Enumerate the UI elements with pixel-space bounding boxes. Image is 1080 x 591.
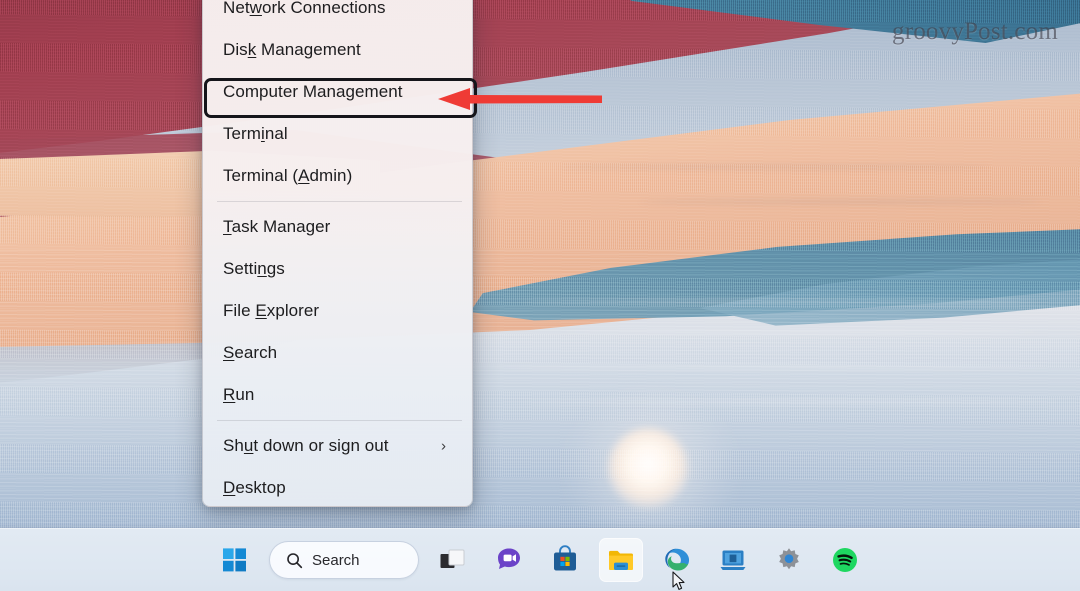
menu-item-label: Shut down or sign out — [223, 436, 389, 455]
task-view-button[interactable] — [431, 538, 475, 582]
file-explorer-button[interactable] — [599, 538, 643, 582]
menu-separator — [217, 420, 462, 421]
menu-item-file-explorer[interactable]: File Explorer — [203, 290, 472, 332]
search-icon — [287, 552, 303, 568]
taskbar[interactable]: Search — [0, 528, 1080, 591]
start-button[interactable] — [213, 538, 257, 582]
menu-item-terminal[interactable]: Terminal — [203, 113, 472, 155]
menu-item-terminal-admin[interactable]: Terminal (Admin) — [203, 155, 472, 197]
menu-item-desktop[interactable]: Desktop — [203, 467, 472, 506]
menu-separator — [217, 201, 462, 202]
spotify-button[interactable] — [823, 538, 867, 582]
menu-list: Network Connections Disk Management Comput… — [203, 0, 472, 506]
taskbar-buttons: Search — [213, 538, 867, 582]
menu-item-run[interactable]: Run — [203, 374, 472, 416]
chat-video-icon — [498, 548, 520, 569]
win-x-power-user-menu[interactable]: Network Connections Disk Management Comput… — [202, 0, 473, 507]
chat-button[interactable] — [487, 538, 531, 582]
gear-icon — [779, 548, 799, 570]
remote-desktop-icon — [720, 550, 746, 570]
chevron-right-icon: › — [441, 437, 446, 455]
menu-item-shut-down-or-sign-out[interactable]: Shut down or sign out › — [203, 425, 472, 467]
menu-item-label: Settings — [223, 259, 285, 278]
menu-item-label: Terminal — [223, 124, 288, 143]
settings-button[interactable] — [767, 538, 811, 582]
menu-item-search[interactable]: Search — [203, 332, 472, 374]
menu-item-label: Run — [223, 385, 255, 404]
task-view-icon — [440, 549, 465, 568]
menu-item-settings[interactable]: Settings — [203, 248, 472, 290]
microsoft-store-button[interactable] — [543, 538, 587, 582]
spotify-icon — [833, 548, 857, 572]
menu-item-label: Disk Management — [223, 40, 361, 59]
menu-item-label: Computer Management — [223, 82, 403, 101]
store-bag-icon — [554, 545, 576, 571]
mouse-cursor — [672, 571, 685, 590]
menu-item-network-connections[interactable]: Network Connections — [203, 0, 472, 29]
menu-item-task-manager[interactable]: Task Manager — [203, 206, 472, 248]
remote-desktop-button[interactable] — [711, 538, 755, 582]
menu-item-label: Terminal (Admin) — [223, 166, 353, 185]
menu-item-label: File Explorer — [223, 301, 320, 320]
windows-logo-icon — [223, 548, 246, 572]
red-arrow-annotation — [438, 88, 602, 110]
menu-item-disk-management[interactable]: Disk Management — [203, 29, 472, 71]
taskbar-search-label: Search — [312, 551, 360, 569]
menu-item-label: Desktop — [223, 478, 286, 497]
menu-item-label: Search — [223, 343, 278, 362]
folder-icon — [609, 550, 633, 570]
menu-item-label: Task Manager — [223, 217, 331, 236]
desktop-screen: groovyPost.com Network Connections Disk M… — [0, 0, 1080, 591]
menu-item-label: Network Connections — [223, 0, 386, 17]
watermark: groovyPost.com — [892, 18, 1058, 45]
taskbar-search-button[interactable]: Search — [269, 541, 419, 579]
